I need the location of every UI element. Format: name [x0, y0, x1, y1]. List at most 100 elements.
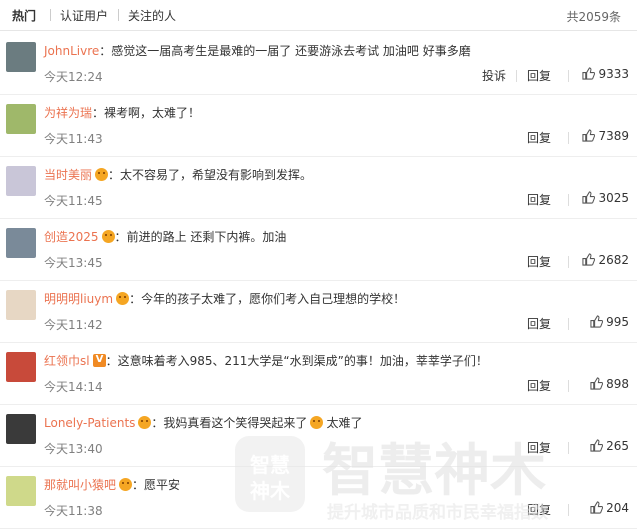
avatar[interactable] — [6, 42, 36, 72]
comment-line: 红领巾sl ：这意味着考入985、211大学是“水到渠成”的事！加油，莘莘学子们！ — [44, 352, 488, 369]
avatar[interactable] — [6, 228, 36, 258]
avatar[interactable] — [6, 104, 36, 134]
colon-separator: ： — [151, 416, 164, 430]
username-link[interactable]: Lonely-Patients — [44, 416, 135, 430]
action-divider — [568, 318, 569, 330]
colon-separator: ： — [105, 354, 118, 368]
comment-time: 今天13:45 — [44, 256, 103, 270]
comment-text: 裸考啊，太难了！ — [104, 106, 201, 120]
comment-line: 那就叫小猿吧 ：愿平安 — [44, 476, 180, 493]
like-button[interactable]: 204 — [590, 501, 629, 517]
comment-item: 为祥为瑞：裸考啊，太难了！ 今天11:43 回复 7389 — [0, 94, 637, 157]
comment-actions: 回复 898 — [522, 377, 637, 395]
thumbs-up-icon — [590, 377, 604, 393]
tab-hot[interactable]: 热门 — [12, 7, 36, 24]
like-button[interactable]: 898 — [590, 377, 629, 393]
comment-item: 那就叫小猿吧 ：愿平安 今天11:38 回复 204 — [0, 466, 637, 529]
comment-actions: 回复 3025 — [522, 191, 637, 209]
comment-actions: 回复 265 — [522, 439, 637, 457]
comment-time: 今天12:24 — [44, 70, 103, 84]
colon-separator: ： — [92, 106, 105, 120]
username-link[interactable]: JohnLivre — [44, 44, 99, 58]
like-button[interactable]: 2682 — [582, 253, 629, 269]
like-count: 7389 — [598, 129, 629, 143]
like-count: 3025 — [598, 191, 629, 205]
comment-actions: 回复 2682 — [522, 253, 637, 271]
report-link[interactable]: 投诉 — [482, 67, 506, 84]
like-button[interactable]: 995 — [590, 315, 629, 331]
username-link[interactable]: 那就叫小猿吧 — [44, 478, 116, 492]
reply-link[interactable]: 回复 — [527, 315, 551, 332]
verified-v-icon — [92, 354, 106, 367]
thumbs-up-icon — [590, 439, 604, 455]
avatar[interactable] — [6, 352, 36, 382]
like-count: 898 — [606, 377, 629, 391]
action-divider — [568, 132, 569, 144]
member-emoji-icon — [116, 292, 130, 305]
member-emoji-icon — [138, 416, 152, 429]
username-link[interactable]: 明明明liuym — [44, 292, 113, 306]
thumbs-up-icon — [590, 501, 604, 517]
reply-link[interactable]: 回复 — [527, 67, 551, 84]
username-link[interactable]: 红领巾sl — [44, 354, 90, 368]
username-link[interactable]: 为祥为瑞 — [44, 106, 92, 120]
action-divider — [516, 70, 517, 82]
like-button[interactable]: 9333 — [582, 67, 629, 83]
comment-text: 我妈真看这个笑得哭起来了 — [163, 416, 308, 430]
reply-link[interactable]: 回复 — [527, 191, 551, 208]
member-emoji-icon — [119, 478, 133, 491]
avatar[interactable] — [6, 476, 36, 506]
colon-separator: ： — [129, 292, 142, 306]
like-count: 265 — [606, 439, 629, 453]
comment-time: 今天13:40 — [44, 442, 103, 456]
avatar[interactable] — [6, 166, 36, 196]
tab-verified-users[interactable]: 认证用户 — [60, 7, 108, 24]
action-divider — [568, 442, 569, 454]
comment-text: 这意味着考入985、211大学是“水到渠成”的事！加油，莘莘学子们！ — [117, 354, 488, 368]
avatar[interactable] — [6, 414, 36, 444]
tab-divider — [118, 9, 119, 21]
comment-time: 今天11:38 — [44, 504, 103, 518]
comment-text: 感觉这一届高考生是最难的一届了 还要游泳去考试 加油吧 好事多磨 — [111, 44, 471, 58]
reply-link[interactable]: 回复 — [527, 439, 551, 456]
comment-actions: 回复 204 — [522, 501, 637, 519]
action-divider — [568, 380, 569, 392]
thumbs-up-icon — [582, 253, 596, 269]
reply-link[interactable]: 回复 — [527, 253, 551, 270]
member-emoji-icon — [101, 230, 115, 243]
avatar[interactable] — [6, 290, 36, 320]
reply-link[interactable]: 回复 — [527, 501, 551, 518]
comment-item: 创造2025 ：前进的路上 还剩下内裤。加油 今天13:45 回复 2682 — [0, 218, 637, 281]
username-link[interactable]: 创造2025 — [44, 230, 99, 244]
action-divider — [568, 504, 569, 516]
colon-separator: ： — [132, 478, 145, 492]
like-button[interactable]: 3025 — [582, 191, 629, 207]
like-count: 204 — [606, 501, 629, 515]
comment-time: 今天11:42 — [44, 318, 103, 332]
laughing-emoji-icon — [310, 416, 324, 429]
reply-link[interactable]: 回复 — [527, 129, 551, 146]
comment-total-count: 共2059条 — [566, 10, 621, 24]
thumbs-up-icon — [582, 191, 596, 207]
member-emoji-icon — [95, 168, 109, 181]
comment-time: 今天11:43 — [44, 132, 103, 146]
colon-separator: ： — [99, 44, 112, 58]
comment-line: 创造2025 ：前进的路上 还剩下内裤。加油 — [44, 228, 286, 245]
like-button[interactable]: 7389 — [582, 129, 629, 145]
like-count: 2682 — [598, 253, 629, 267]
action-divider — [568, 70, 569, 82]
comment-line: Lonely-Patients ：我妈真看这个笑得哭起来了 太难了 — [44, 414, 362, 431]
comment-actions: 回复 7389 — [522, 129, 637, 147]
comment-text: 前进的路上 还剩下内裤。加油 — [126, 230, 287, 244]
like-button[interactable]: 265 — [590, 439, 629, 455]
action-divider — [568, 194, 569, 206]
comment-line: 为祥为瑞：裸考啊，太难了！ — [44, 104, 200, 121]
username-link[interactable]: 当时美丽 — [44, 168, 92, 182]
tab-following[interactable]: 关注的人 — [128, 7, 176, 24]
thumbs-up-icon — [582, 67, 596, 83]
comment-text-tail: 太难了 — [326, 416, 363, 430]
comment-actions: 回复 995 — [522, 315, 637, 333]
like-count: 9333 — [598, 67, 629, 81]
comment-filter-tabs: 热门 认证用户 关注的人 共2059条 — [0, 0, 637, 31]
reply-link[interactable]: 回复 — [527, 377, 551, 394]
